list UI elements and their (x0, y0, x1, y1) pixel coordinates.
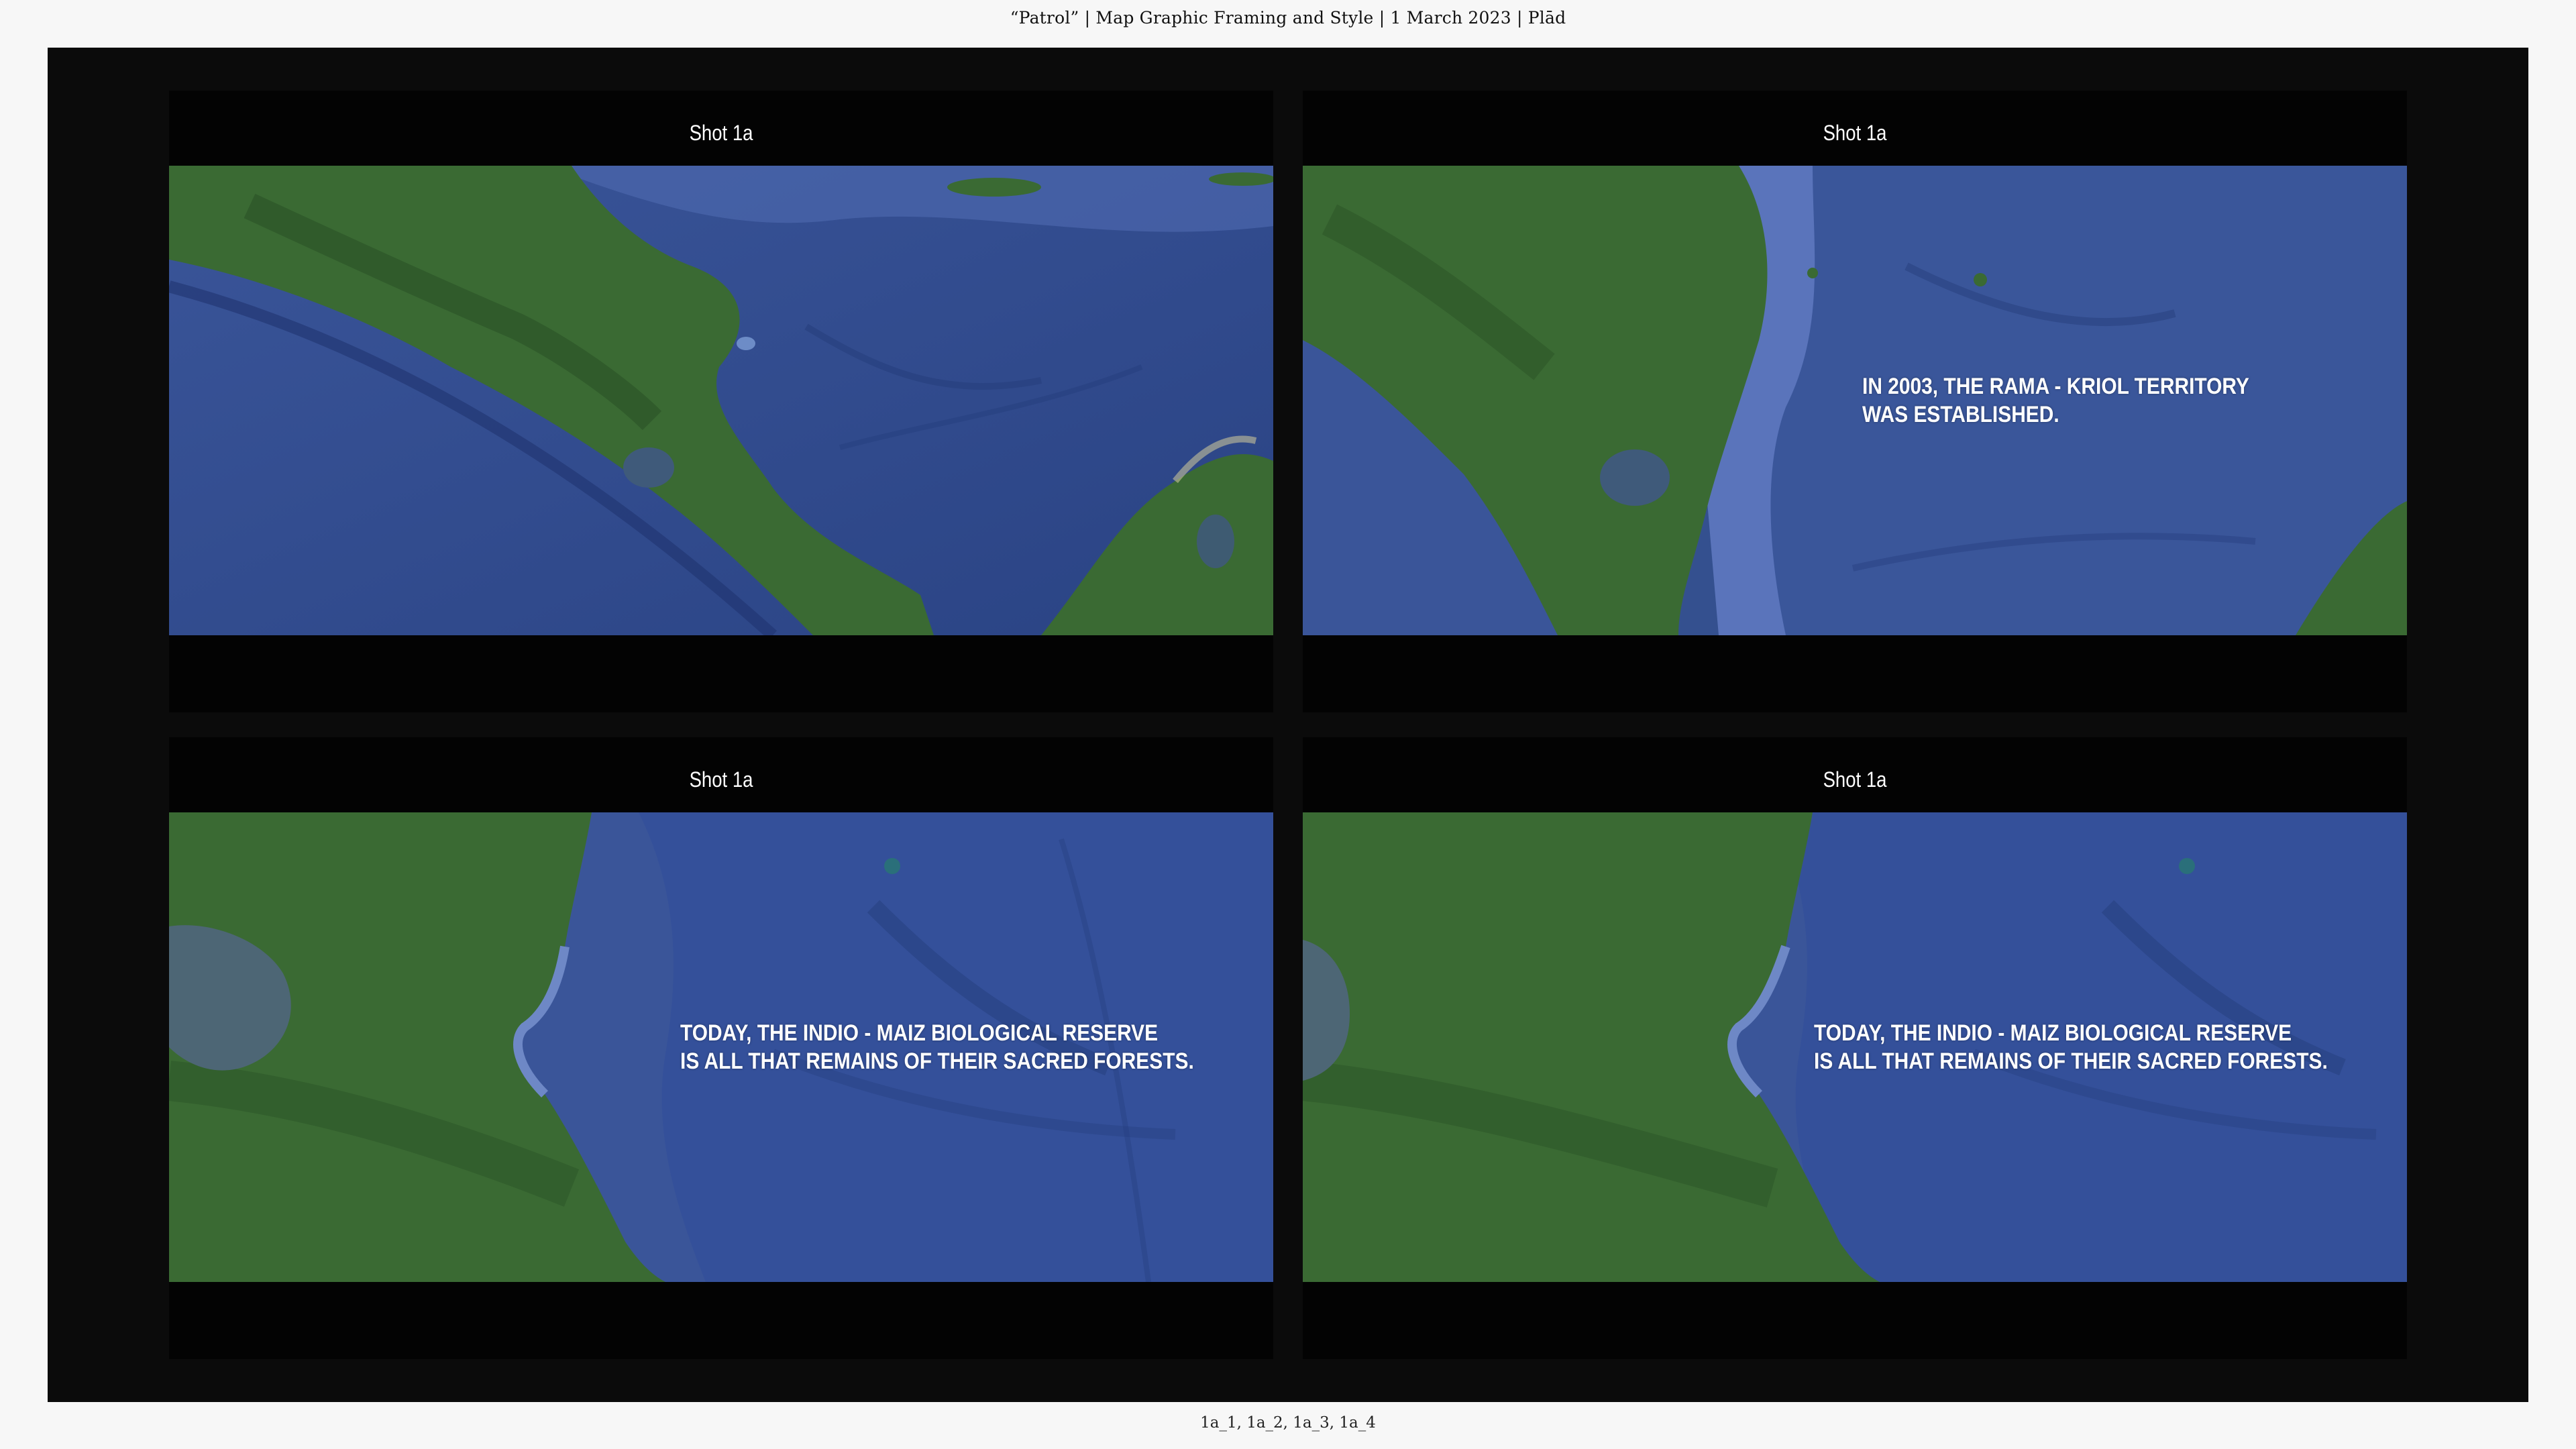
shot-title: Shot 1a (1823, 121, 1887, 145)
shot-frame-3: Shot 1a TODAY, THE INDIO - MAIZ BIOLOGIC… (169, 737, 1273, 1359)
caption-line: TODAY, THE INDIO - MAIZ BIOLOGICAL RESER… (1814, 1020, 2292, 1046)
shot-title: Shot 1a (1823, 767, 1887, 792)
map-caption: TODAY, THE INDIO - MAIZ BIOLOGICAL RESER… (1814, 1019, 2328, 1075)
shot-frame-2: Shot 1a IN 2003, THE RAMA - KRIOL TERRIT… (1303, 91, 2407, 712)
shot-title: Shot 1a (689, 767, 753, 792)
shot-frame-1: Shot 1a (169, 91, 1273, 712)
frame-list-label: 1a_1, 1a_2, 1a_3, 1a_4 (1200, 1414, 1376, 1432)
caption-line: WAS ESTABLISHED. (1862, 402, 2059, 427)
caption-line: TODAY, THE INDIO - MAIZ BIOLOGICAL RESER… (680, 1020, 1159, 1046)
shot-title: Shot 1a (689, 121, 753, 145)
map-caption: IN 2003, THE RAMA - KRIOL TERRITORY WAS … (1862, 372, 2249, 429)
caption-line: IN 2003, THE RAMA - KRIOL TERRITORY (1862, 374, 2249, 399)
shot-frame-4: Shot 1a TODAY, THE INDIO - MAIZ BIOLOGIC… (1303, 737, 2407, 1359)
caption-line: IS ALL THAT REMAINS OF THEIR SACRED FORE… (680, 1049, 1194, 1074)
storyboard-board: Shot 1a Shot 1a IN 2003, THE RAMA - KRIO… (48, 48, 2528, 1402)
satellite-map-image (169, 166, 1273, 635)
page-title: “Patrol” | Map Graphic Framing and Style… (1010, 8, 1566, 28)
map-caption: TODAY, THE INDIO - MAIZ BIOLOGICAL RESER… (680, 1019, 1194, 1075)
caption-line: IS ALL THAT REMAINS OF THEIR SACRED FORE… (1814, 1049, 2328, 1074)
